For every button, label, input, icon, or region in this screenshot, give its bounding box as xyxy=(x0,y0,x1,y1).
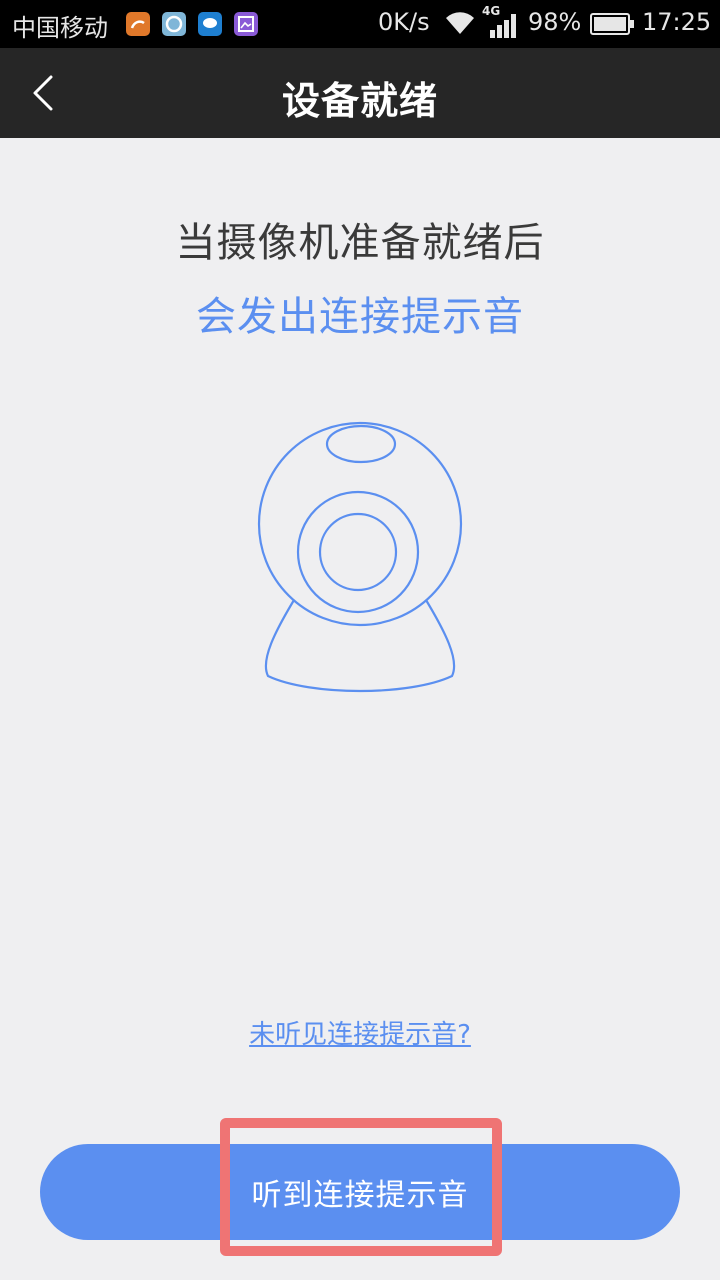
camera-icon xyxy=(250,420,470,700)
help-link[interactable]: 未听见连接提示音? xyxy=(0,1014,720,1051)
page-title: 设备就绪 xyxy=(281,79,438,123)
status-bar: 中国移动 0K/s 4G 98% 17:25 xyxy=(0,0,720,48)
wifi-icon xyxy=(444,10,476,40)
heard-tone-button[interactable]: 听到连接提示音 xyxy=(40,1144,680,1240)
chat-icon xyxy=(198,12,222,36)
network-speed: 0K/s xyxy=(378,8,430,36)
battery-icon xyxy=(590,13,634,35)
battery-percent: 98% xyxy=(528,8,582,36)
instruction-highlight: 会发出连接提示音 xyxy=(196,294,524,340)
clock: 17:25 xyxy=(642,8,712,36)
title-bar: 设备就绪 xyxy=(0,48,720,138)
carrier-label: 中国移动 xyxy=(12,14,108,42)
gallery-icon xyxy=(234,12,258,36)
instruction-text: 当摄像机准备就绪后 xyxy=(175,220,545,266)
uc-browser-icon xyxy=(126,12,150,36)
signal-icon xyxy=(490,14,518,42)
browser-icon xyxy=(162,12,186,36)
